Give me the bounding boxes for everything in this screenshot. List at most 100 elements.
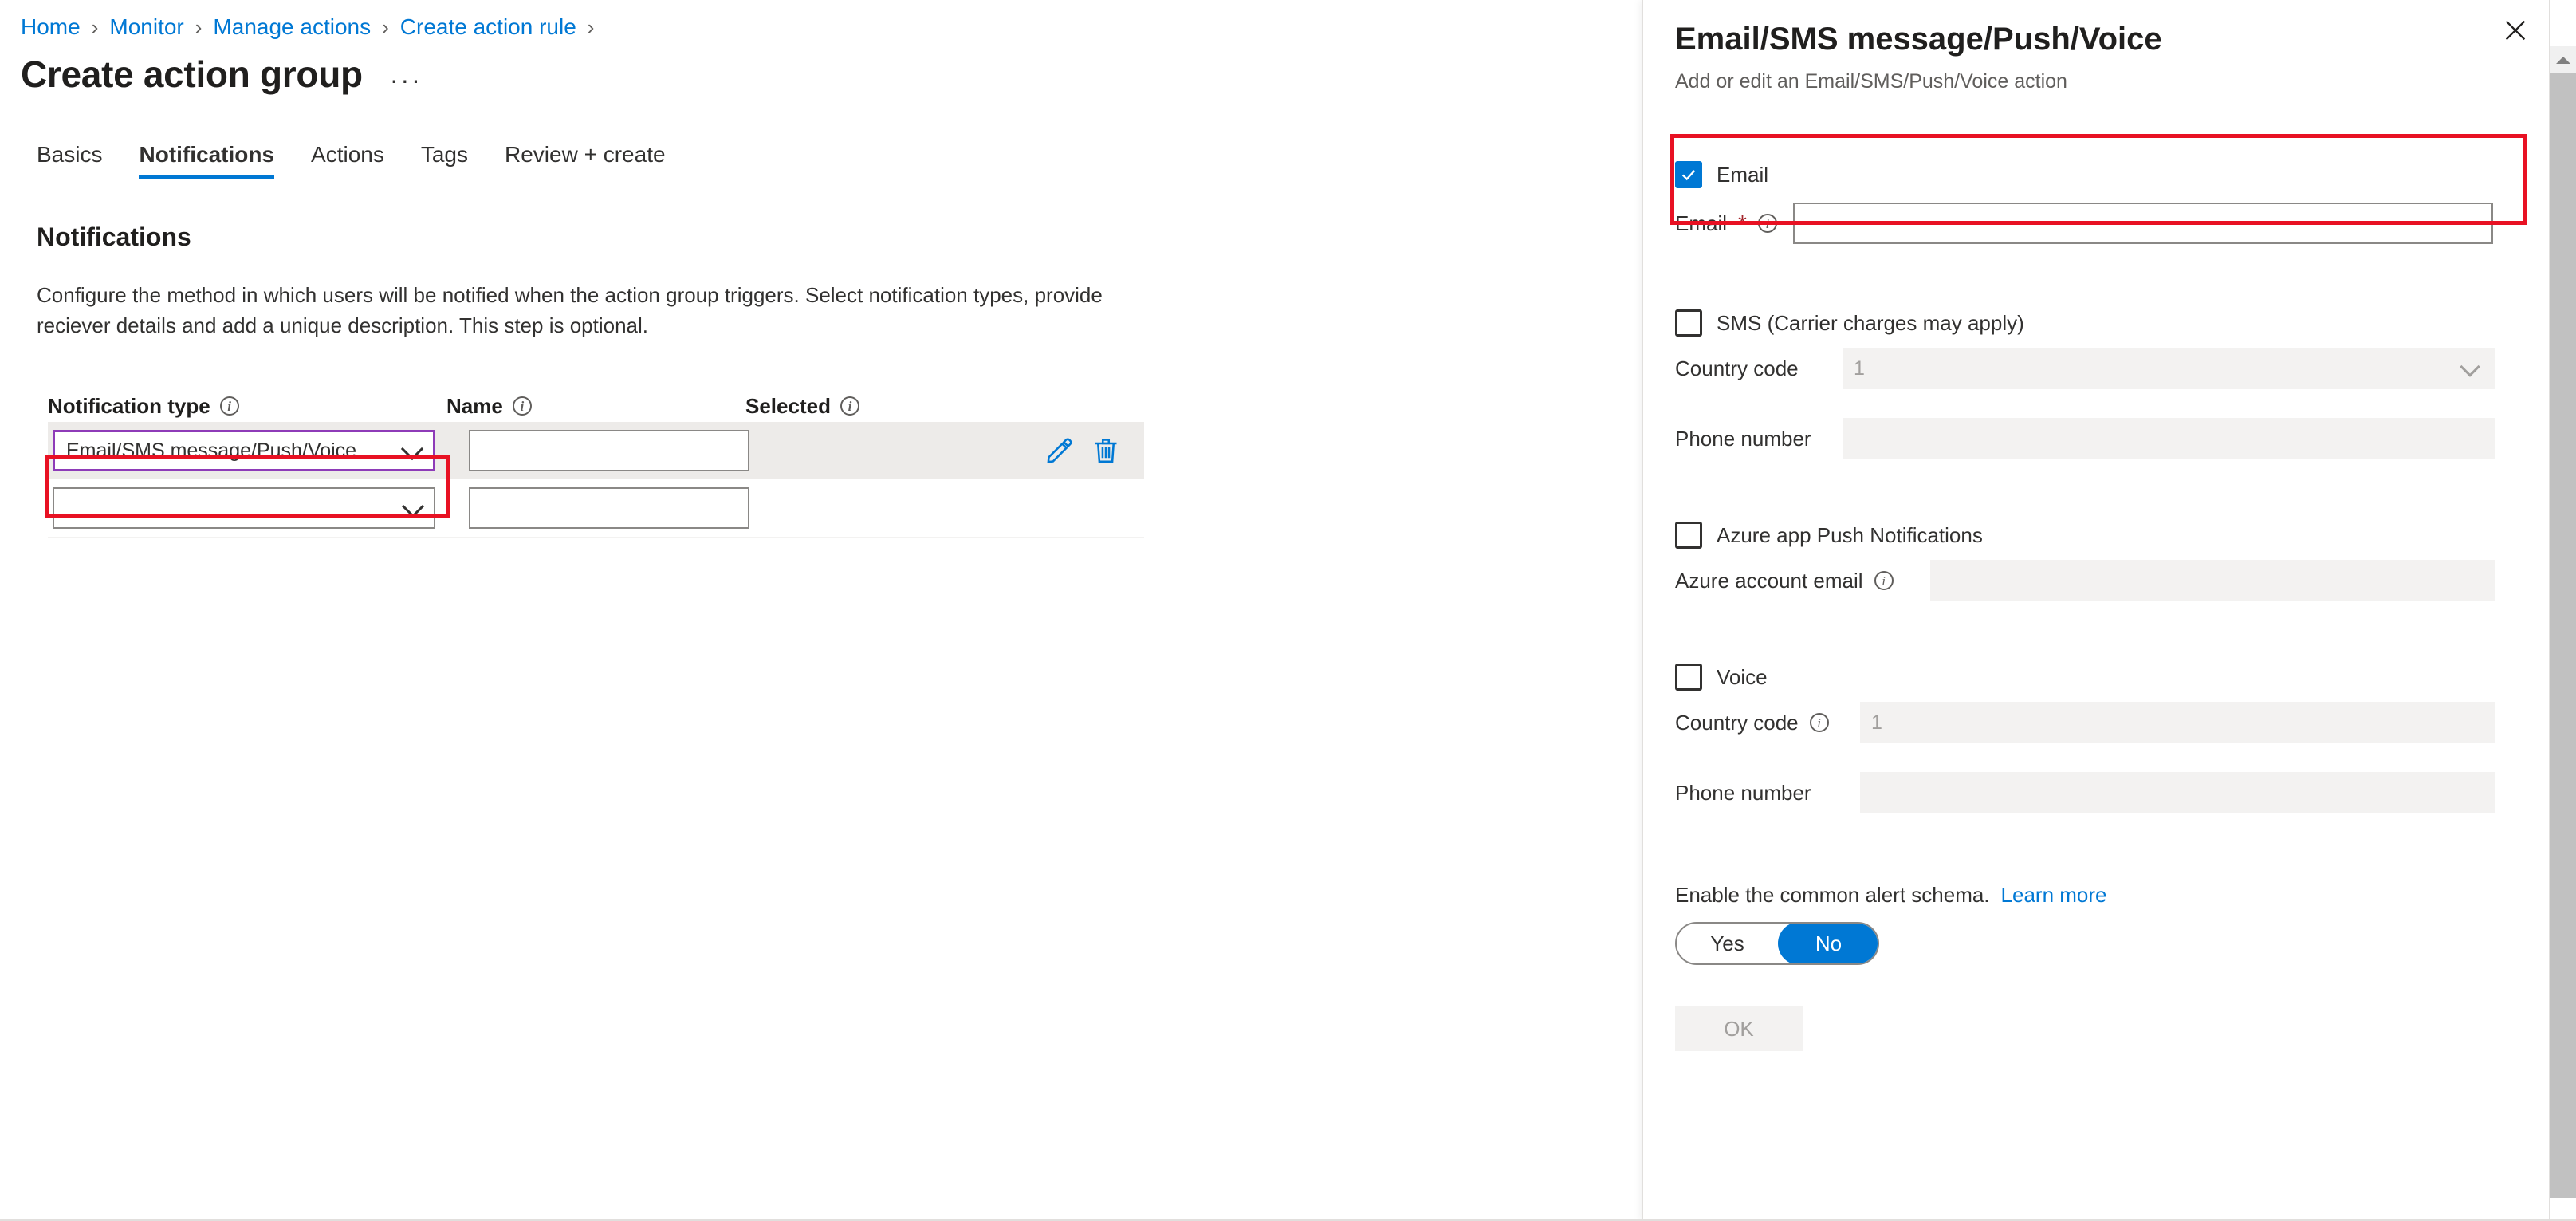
voice-phone-input bbox=[1860, 772, 2495, 813]
column-header-name: Name i bbox=[446, 393, 745, 419]
sms-group: SMS (Carrier charges may apply) Country … bbox=[1675, 303, 2544, 459]
notification-name-input[interactable] bbox=[469, 430, 749, 471]
toggle-option-no[interactable]: No bbox=[1778, 924, 1878, 963]
table-row[interactable]: Email/SMS message/Push/Voice bbox=[48, 422, 1144, 479]
country-code-label-text: Country code bbox=[1675, 356, 1799, 380]
phone-label-text: Phone number bbox=[1675, 781, 1811, 805]
email-checkbox[interactable] bbox=[1675, 161, 1702, 188]
sms-country-code-select: 1 bbox=[1843, 348, 2495, 389]
push-account-email-input bbox=[1930, 560, 2495, 601]
info-icon[interactable]: i bbox=[1874, 571, 1894, 590]
column-header-label: Selected bbox=[745, 394, 831, 418]
table-header-row: Notification type i Name i Selected i bbox=[48, 390, 1144, 422]
push-group: Azure app Push Notifications Azure accou… bbox=[1675, 515, 2544, 601]
notifications-table: Notification type i Name i Selected i Em… bbox=[48, 390, 1144, 538]
toggle-option-yes[interactable]: Yes bbox=[1677, 924, 1778, 963]
push-checkbox[interactable] bbox=[1675, 522, 1702, 549]
email-sms-push-voice-panel: Email/SMS message/Push/Voice Add or edit… bbox=[1642, 0, 2576, 1221]
account-email-label-text: Azure account email bbox=[1675, 569, 1863, 593]
ok-button[interactable]: OK bbox=[1675, 1006, 1803, 1051]
info-icon[interactable]: i bbox=[219, 396, 239, 416]
tab-label: Tags bbox=[420, 142, 469, 167]
chevron-up-icon bbox=[2556, 56, 2570, 64]
voice-group: Voice Country code i 1 Phone number bbox=[1675, 657, 2544, 813]
tab-notifications[interactable]: Notifications bbox=[120, 141, 293, 179]
common-alert-schema-group: Enable the common alert schema. Learn mo… bbox=[1675, 882, 2544, 965]
push-account-email-label: Azure account email i bbox=[1675, 568, 1930, 593]
breadcrumb-item-create-action-rule[interactable]: Create action rule bbox=[400, 14, 576, 41]
info-icon[interactable]: i bbox=[840, 396, 859, 416]
column-header-label: Notification type bbox=[48, 394, 210, 418]
column-header-notification-type: Notification type i bbox=[48, 393, 446, 419]
table-row[interactable] bbox=[48, 479, 1144, 537]
sms-checkbox-row[interactable]: SMS (Carrier charges may apply) bbox=[1675, 303, 2544, 343]
sms-phone-row: Phone number bbox=[1675, 418, 2544, 459]
email-input[interactable] bbox=[1793, 203, 2493, 244]
column-header-label: Name bbox=[446, 394, 503, 418]
voice-checkbox-label: Voice bbox=[1717, 665, 1768, 689]
voice-phone-row: Phone number bbox=[1675, 772, 2544, 813]
push-checkbox-row[interactable]: Azure app Push Notifications bbox=[1675, 515, 2544, 555]
sms-country-code-value: 1 bbox=[1854, 356, 1865, 380]
notification-type-select[interactable] bbox=[53, 487, 435, 529]
common-alert-schema-line: Enable the common alert schema. Learn mo… bbox=[1675, 882, 2544, 908]
notification-type-value: Email/SMS message/Push/Voice bbox=[66, 439, 357, 462]
sms-checkbox-label: SMS (Carrier charges may apply) bbox=[1717, 311, 2024, 335]
tab-label: Notifications bbox=[139, 142, 275, 167]
info-icon[interactable]: i bbox=[512, 396, 532, 416]
sms-phone-input bbox=[1843, 418, 2495, 459]
voice-country-code-label: Country code i bbox=[1675, 710, 1860, 735]
panel-body: Email Email * i SMS (Carrier charges may… bbox=[1643, 112, 2576, 1221]
table-divider bbox=[48, 537, 1144, 538]
tab-basics[interactable]: Basics bbox=[32, 141, 120, 179]
push-checkbox-label: Azure app Push Notifications bbox=[1717, 523, 1983, 547]
create-action-group-pane: Home › Monitor › Manage actions › Create… bbox=[0, 0, 1642, 1221]
breadcrumb: Home › Monitor › Manage actions › Create… bbox=[0, 0, 1642, 41]
more-options-icon[interactable]: ··· bbox=[390, 67, 423, 93]
notification-type-select[interactable]: Email/SMS message/Push/Voice bbox=[53, 430, 435, 471]
breadcrumb-item-monitor[interactable]: Monitor bbox=[109, 14, 183, 41]
info-icon[interactable]: i bbox=[1809, 713, 1829, 732]
breadcrumb-separator-icon: › bbox=[587, 15, 595, 39]
voice-country-code-row: Country code i 1 bbox=[1675, 702, 2544, 743]
voice-checkbox-row[interactable]: Voice bbox=[1675, 657, 2544, 697]
breadcrumb-separator-icon: › bbox=[195, 15, 203, 39]
email-group: Email Email * i bbox=[1675, 155, 2544, 244]
chevron-down-icon bbox=[2460, 356, 2480, 377]
pencil-icon[interactable] bbox=[1045, 436, 1074, 465]
voice-phone-label: Phone number bbox=[1675, 780, 1860, 805]
tab-actions[interactable]: Actions bbox=[293, 141, 403, 179]
sms-phone-label: Phone number bbox=[1675, 426, 1843, 451]
wizard-tabs: Basics Notifications Actions Tags Review… bbox=[0, 130, 1642, 179]
breadcrumb-item-home[interactable]: Home bbox=[21, 14, 81, 41]
voice-checkbox[interactable] bbox=[1675, 664, 1702, 691]
panel-scrollbar[interactable] bbox=[2549, 0, 2576, 1221]
trash-icon[interactable] bbox=[1091, 436, 1120, 465]
voice-country-code-select: 1 bbox=[1860, 702, 2495, 743]
country-code-label-text: Country code bbox=[1675, 711, 1799, 735]
scrollbar-thumb[interactable] bbox=[2550, 73, 2576, 1198]
push-account-email-row: Azure account email i bbox=[1675, 560, 2544, 601]
email-field-label: Email * i bbox=[1675, 211, 1793, 236]
panel-header: Email/SMS message/Push/Voice Add or edit… bbox=[1643, 0, 2576, 94]
email-checkbox-row[interactable]: Email bbox=[1675, 155, 2544, 195]
panel-subtitle: Add or edit an Email/SMS/Push/Voice acti… bbox=[1675, 70, 2067, 93]
info-icon[interactable]: i bbox=[1757, 214, 1777, 233]
sms-checkbox[interactable] bbox=[1675, 309, 1702, 337]
tab-label: Review + create bbox=[505, 142, 666, 167]
page-title: Create action group bbox=[21, 53, 363, 95]
phone-label-text: Phone number bbox=[1675, 427, 1811, 451]
notification-name-input[interactable] bbox=[469, 487, 749, 529]
azure-portal-screen: Home › Monitor › Manage actions › Create… bbox=[0, 0, 2576, 1221]
tab-review-create[interactable]: Review + create bbox=[486, 141, 684, 179]
column-header-selected: Selected i bbox=[745, 393, 1144, 419]
learn-more-link[interactable]: Learn more bbox=[2001, 882, 2107, 908]
page-title-row: Create action group ··· bbox=[0, 41, 1642, 96]
breadcrumb-item-manage-actions[interactable]: Manage actions bbox=[213, 14, 371, 41]
common-alert-schema-toggle[interactable]: Yes No bbox=[1675, 922, 1879, 965]
scroll-up-button[interactable] bbox=[2550, 46, 2576, 73]
email-label-text: Email bbox=[1675, 211, 1728, 235]
tab-tags[interactable]: Tags bbox=[403, 141, 486, 179]
email-checkbox-label: Email bbox=[1717, 163, 1769, 187]
close-icon[interactable] bbox=[2496, 11, 2535, 49]
